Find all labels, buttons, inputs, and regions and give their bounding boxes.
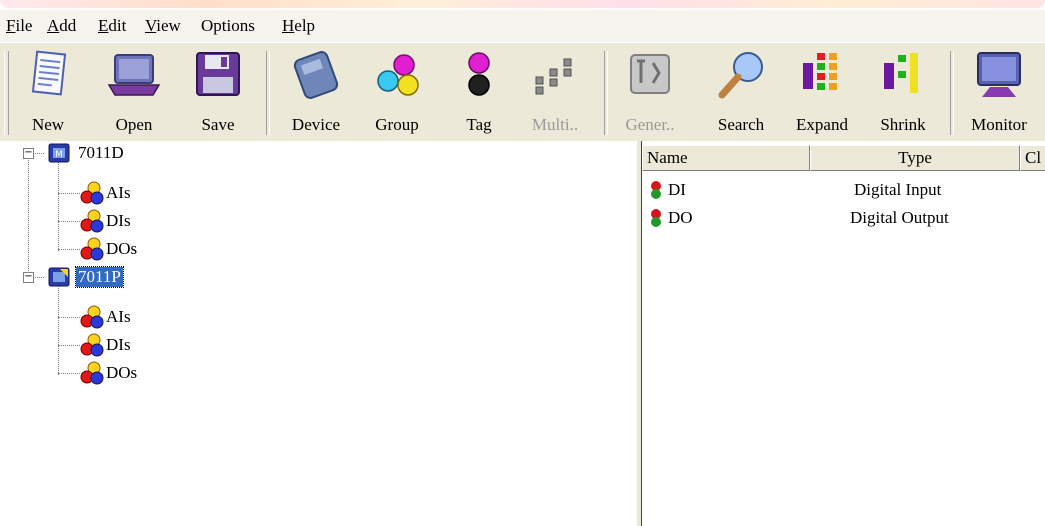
- tag-icon: [651, 209, 661, 227]
- shrink-button-label: Shrink: [880, 115, 926, 134]
- group-icon: [80, 237, 104, 261]
- device-label: 7011P: [75, 266, 124, 288]
- multi-button-label: Multi..: [531, 115, 579, 134]
- toolbar-grip[interactable]: [4, 51, 9, 135]
- column-header-name[interactable]: Name: [642, 145, 810, 171]
- menu-options[interactable]: Options: [201, 16, 255, 36]
- menu-edit[interactable]: Edit: [98, 16, 126, 36]
- magnifier-search-icon: [718, 52, 763, 99]
- collapse-toggle-icon[interactable]: −: [23, 148, 34, 159]
- svg-text:M: M: [55, 150, 63, 160]
- monitor-button-label: Monitor: [971, 115, 1027, 134]
- expand-button[interactable]: Expand: [782, 45, 862, 139]
- shrink-tree-icon: [884, 53, 918, 93]
- menu-add[interactable]: Add: [47, 16, 76, 36]
- tree-line: [58, 317, 80, 318]
- tree-line: [58, 345, 80, 346]
- expand-button-label: Expand: [796, 115, 848, 134]
- expand-tree-icon: [803, 53, 837, 90]
- column-header-type[interactable]: Type: [810, 145, 1020, 171]
- menu-view[interactable]: View: [145, 16, 181, 36]
- monitor-screen-icon: [977, 52, 1021, 97]
- monitor-button[interactable]: Monitor: [958, 45, 1040, 139]
- group-label: AIs: [106, 183, 131, 202]
- general-button-label: Gener..: [625, 115, 675, 134]
- group-icon: [80, 333, 104, 357]
- group-button[interactable]: Group: [360, 45, 434, 139]
- group-label: DIs: [106, 335, 131, 354]
- search-button[interactable]: Search: [702, 45, 780, 139]
- group-label: AIs: [106, 307, 131, 326]
- group-icon: [80, 361, 104, 385]
- menu-edit-rest: dit: [108, 16, 127, 35]
- collapse-toggle-icon[interactable]: −: [23, 272, 34, 283]
- save-floppy-icon: [196, 52, 240, 96]
- column-header-cl[interactable]: Cl: [1020, 145, 1045, 171]
- tree-line: [58, 221, 80, 222]
- tree-line: [58, 193, 80, 194]
- device-button-label: Device: [291, 115, 341, 134]
- new-document-icon: [31, 50, 67, 96]
- menu-file-rest: ile: [15, 16, 33, 35]
- toolbar-separator: [266, 51, 270, 135]
- group-balls-icon: [377, 54, 419, 96]
- device-module-icon: [293, 51, 339, 99]
- group-icon: [80, 305, 104, 329]
- device-tree[interactable]: − M 7011D AIs DIs DOs − 7011P AIs DIs DO…: [0, 141, 636, 526]
- menu-view-rest: iew: [156, 16, 181, 35]
- tree-line: [58, 285, 59, 375]
- list-row[interactable]: DO Digital Output: [648, 207, 1038, 231]
- group-button-label: Group: [375, 115, 419, 134]
- group-label: DOs: [106, 239, 138, 258]
- main-toolbar: New Open Save Device Group Tag Multi.. G…: [0, 42, 1045, 142]
- general-button[interactable]: Gener..: [614, 45, 686, 139]
- tag-type: Digital Output: [850, 208, 949, 227]
- tag-name: DI: [668, 180, 686, 199]
- tag-list-view[interactable]: Name Type Cl DI Digital Input DO Digital…: [641, 141, 1045, 526]
- menu-add-rest: dd: [59, 16, 77, 35]
- tree-line: [58, 161, 59, 251]
- group-icon: [80, 209, 104, 233]
- tag-name: DO: [668, 208, 693, 227]
- shrink-button[interactable]: Shrink: [868, 45, 938, 139]
- tag-type: Digital Input: [854, 180, 942, 199]
- tag-button-label: Tag: [466, 115, 492, 134]
- menu-file[interactable]: File: [6, 16, 32, 36]
- group-icon: [80, 181, 104, 205]
- group-label: DIs: [106, 211, 131, 230]
- tag-balls-icon: [468, 52, 490, 96]
- new-button-label: New: [31, 115, 65, 134]
- search-button-label: Search: [717, 115, 765, 134]
- menu-help[interactable]: Help: [282, 16, 315, 36]
- tree-line: [58, 249, 80, 250]
- menu-bar: File Add Edit View Options Help: [0, 10, 1045, 42]
- save-button[interactable]: Save: [186, 45, 250, 139]
- open-button[interactable]: Open: [94, 45, 174, 139]
- new-button[interactable]: New: [14, 45, 82, 139]
- general-tools-icon: [630, 54, 670, 94]
- toolbar-separator: [604, 51, 608, 135]
- multi-button[interactable]: Multi..: [522, 45, 588, 139]
- save-button-label: Save: [201, 115, 235, 134]
- device-button[interactable]: Device: [276, 45, 356, 139]
- device-label: 7011D: [78, 143, 124, 162]
- open-laptop-icon: [107, 54, 161, 96]
- device-edit-icon: [48, 267, 70, 287]
- menu-help-rest: elp: [294, 16, 316, 35]
- device-icon: M: [48, 143, 70, 163]
- toolbar-separator: [950, 51, 954, 135]
- top-banner-strip: [0, 0, 1045, 10]
- tag-button[interactable]: Tag: [448, 45, 510, 139]
- tree-line: [58, 373, 80, 374]
- tree-line: [28, 155, 29, 279]
- open-button-label: Open: [115, 115, 153, 134]
- group-label: DOs: [106, 363, 138, 382]
- list-row[interactable]: DI Digital Input: [648, 179, 1038, 203]
- tag-icon: [651, 181, 661, 199]
- multi-tags-icon: [535, 58, 572, 95]
